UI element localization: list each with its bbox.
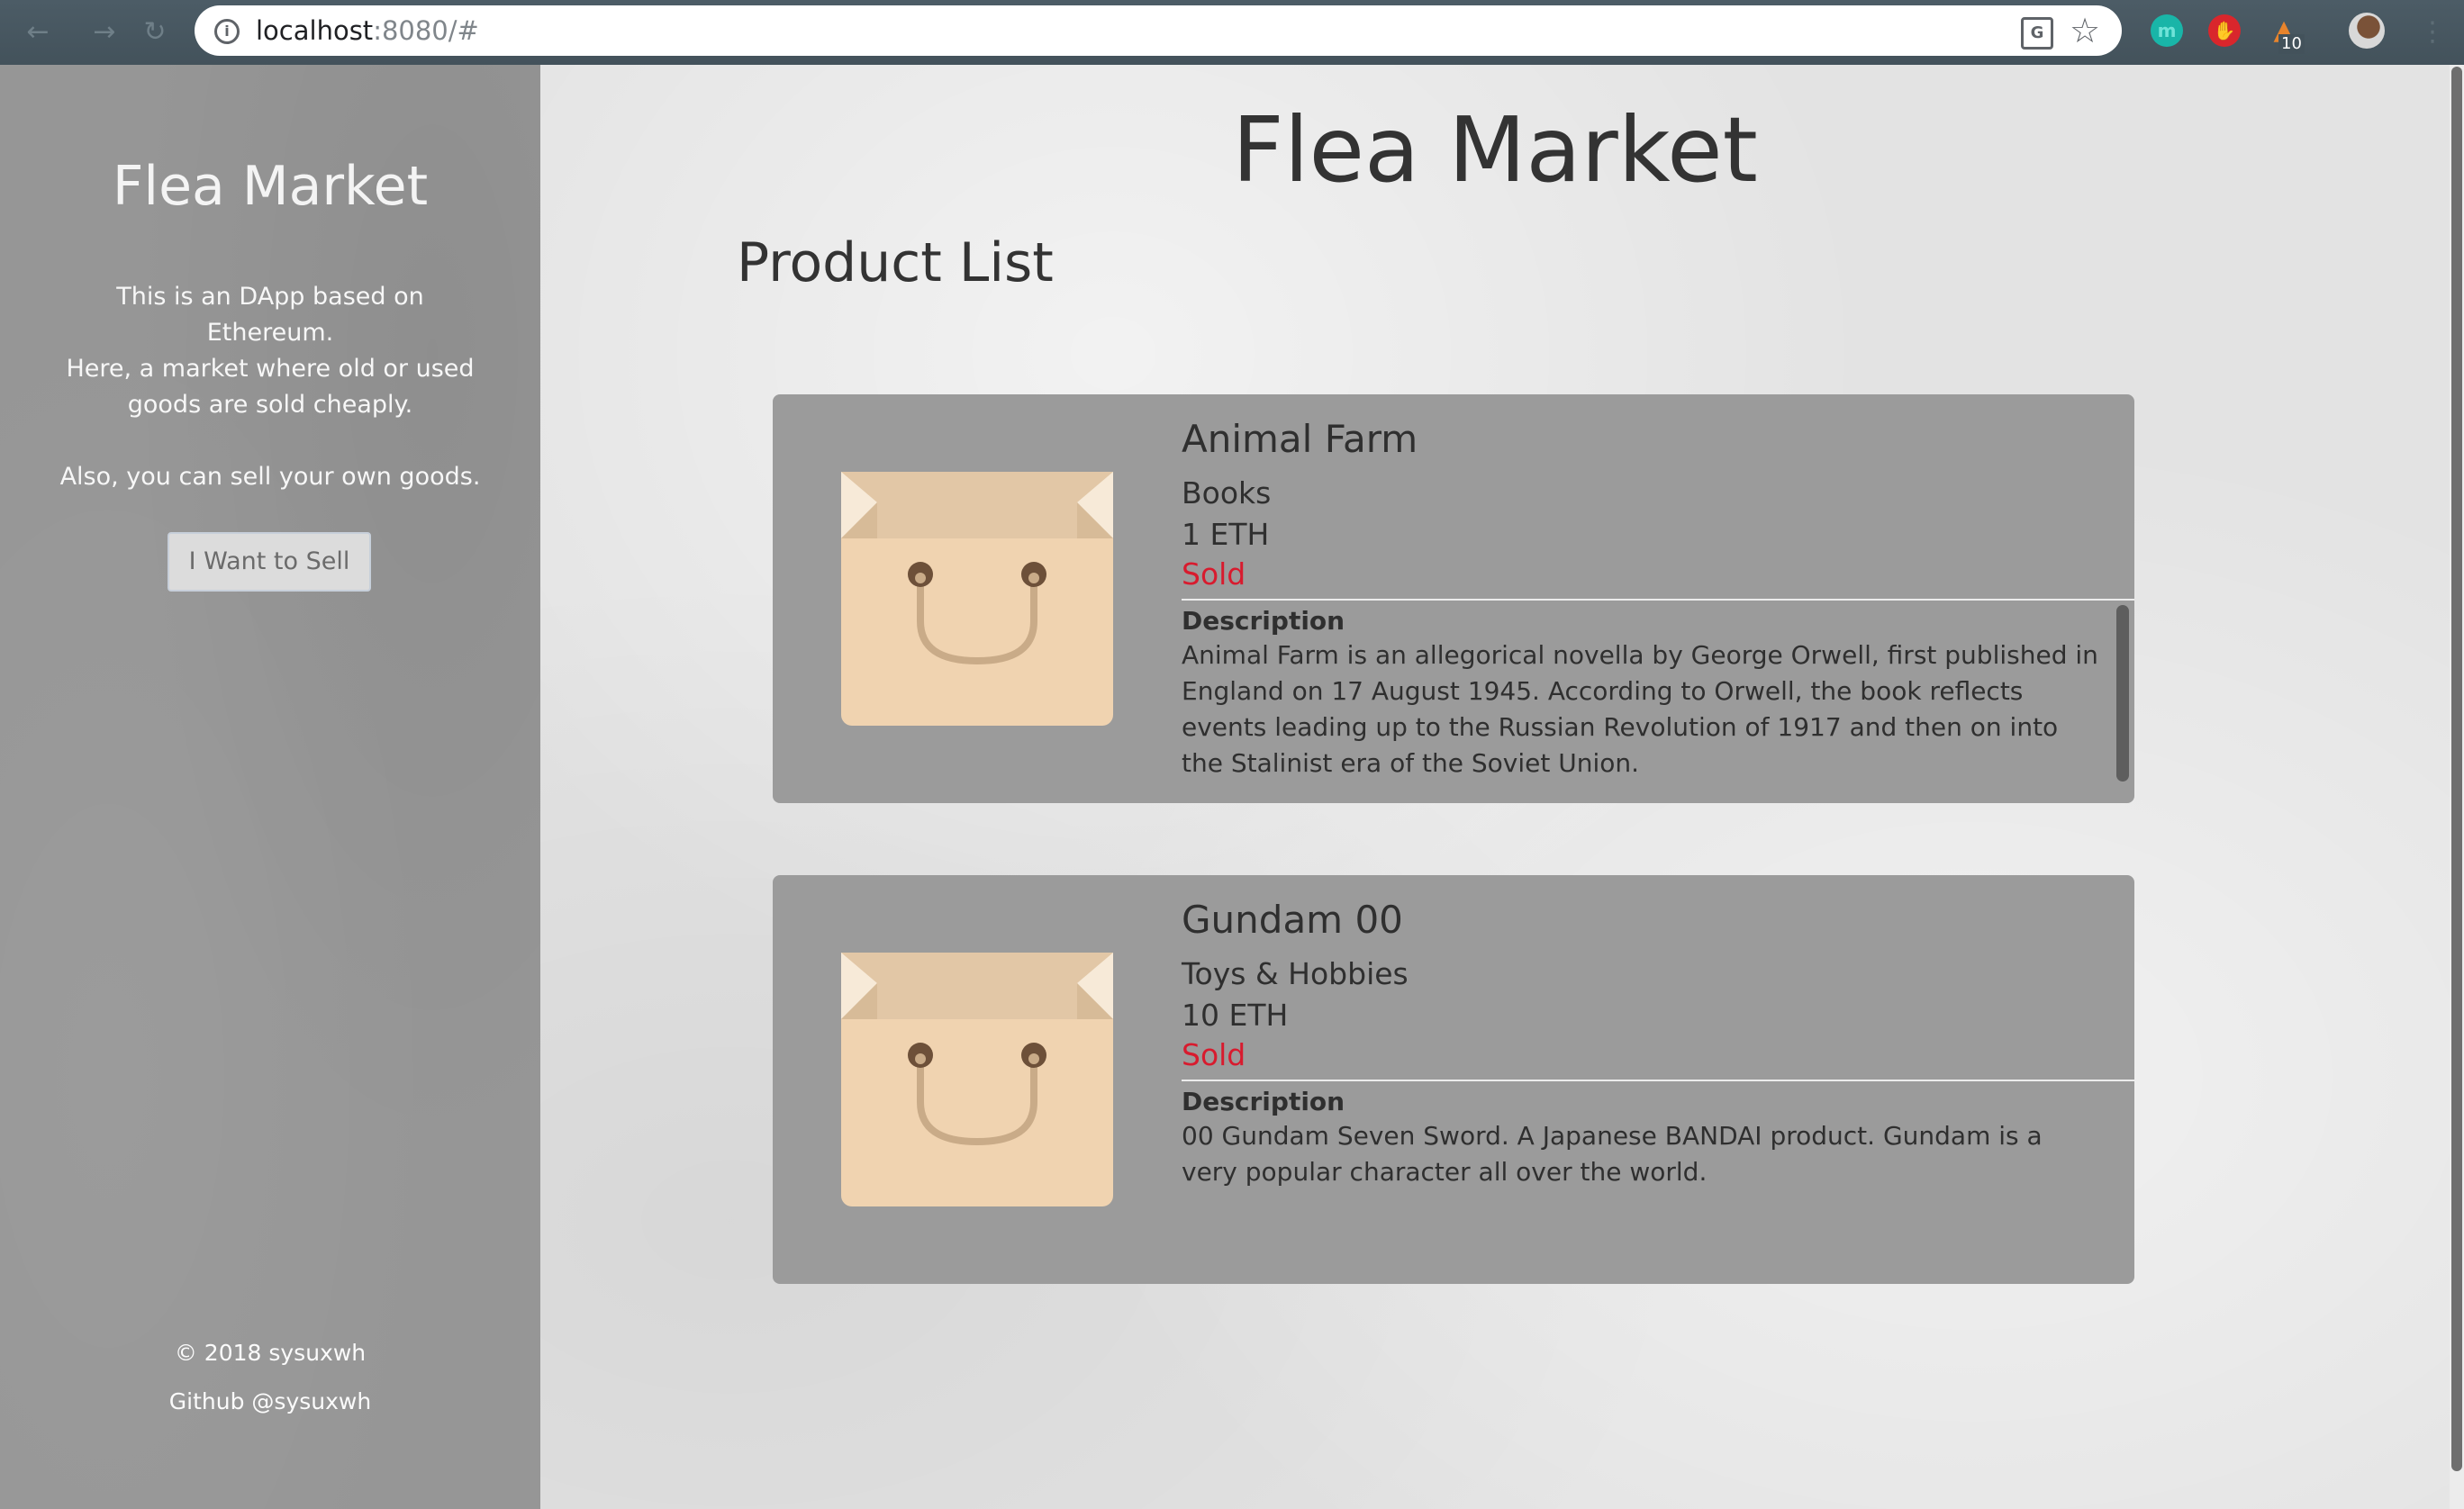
page-scrollbar-thumb[interactable] xyxy=(2451,67,2462,1471)
product-status: Sold xyxy=(1182,1037,1246,1072)
description-label: Description xyxy=(1182,1087,1345,1116)
want-to-sell-button[interactable]: I Want to Sell xyxy=(168,532,371,592)
sidebar-intro: This is an DApp based on Ethereum. xyxy=(116,283,424,347)
url-path: :8080/# xyxy=(373,15,479,46)
sidebar: Flea Market This is an DApp based on Eth… xyxy=(0,65,540,1509)
product-name: Gundam 00 xyxy=(1182,898,1403,942)
github-link[interactable]: Github @sysuxwh xyxy=(0,1386,540,1418)
shopping-bag-icon xyxy=(841,472,1113,726)
divider xyxy=(1182,1080,2134,1081)
product-card: Animal Farm Books 1 ETH Sold Description… xyxy=(773,394,2134,803)
copyright-text: © 2018 sysuxwh xyxy=(174,1340,367,1366)
reload-icon[interactable]: ↻ xyxy=(135,13,175,52)
browser-toolbar: ← → ↻ i localhost:8080/# G ☆ m ✋ ▲ 10 ⋮ xyxy=(0,0,2464,65)
bookmark-star-icon[interactable]: ☆ xyxy=(2070,11,2100,50)
product-category: Toys & Hobbies xyxy=(1182,956,1409,991)
product-list-heading: Product List xyxy=(737,231,1054,294)
forward-arrow-icon[interactable]: → xyxy=(85,13,124,52)
description-scrollbar[interactable] xyxy=(2116,605,2129,782)
product-price: 10 ETH xyxy=(1182,998,1289,1033)
translate-icon[interactable]: G xyxy=(2021,17,2053,50)
sidebar-market-text: Here, a market where old or used goods a… xyxy=(66,355,475,419)
product-status: Sold xyxy=(1182,556,1246,592)
url-host: localhost xyxy=(256,15,374,46)
product-card: Gundam 00 Toys & Hobbies 10 ETH Sold Des… xyxy=(773,875,2134,1284)
product-description: Animal Farm is an allegorical novella by… xyxy=(1182,640,2098,778)
extension-stop-hand-icon[interactable]: ✋ xyxy=(2208,14,2241,47)
address-bar[interactable]: i localhost:8080/# G ☆ xyxy=(195,5,2122,56)
page-scrollbar[interactable] xyxy=(2450,65,2464,1509)
product-category: Books xyxy=(1182,475,1272,511)
extension-m-icon[interactable]: m xyxy=(2151,14,2183,47)
product-price: 1 ETH xyxy=(1182,517,1270,552)
main-content: Flea Market Product List Animal Farm Boo… xyxy=(540,65,2450,1509)
url-text[interactable]: localhost:8080/# xyxy=(256,5,479,56)
divider xyxy=(1182,599,2134,601)
sidebar-title: Flea Market xyxy=(112,155,429,218)
shopping-bag-icon xyxy=(841,953,1113,1206)
product-name: Animal Farm xyxy=(1182,417,1418,461)
menu-dots-icon[interactable]: ⋮ xyxy=(2419,13,2446,52)
sidebar-sell-text: Also, you can sell your own goods. xyxy=(59,463,481,491)
extension-badge: 10 xyxy=(2278,34,2305,54)
description-label: Description xyxy=(1182,606,1345,636)
product-description: 00 Gundam Seven Sword. A Japanese BANDAI… xyxy=(1182,1121,2043,1187)
back-arrow-icon[interactable]: ← xyxy=(18,13,58,52)
profile-avatar[interactable] xyxy=(2349,13,2385,49)
page-title: Flea Market xyxy=(1232,97,1758,203)
info-icon[interactable]: i xyxy=(214,19,240,44)
